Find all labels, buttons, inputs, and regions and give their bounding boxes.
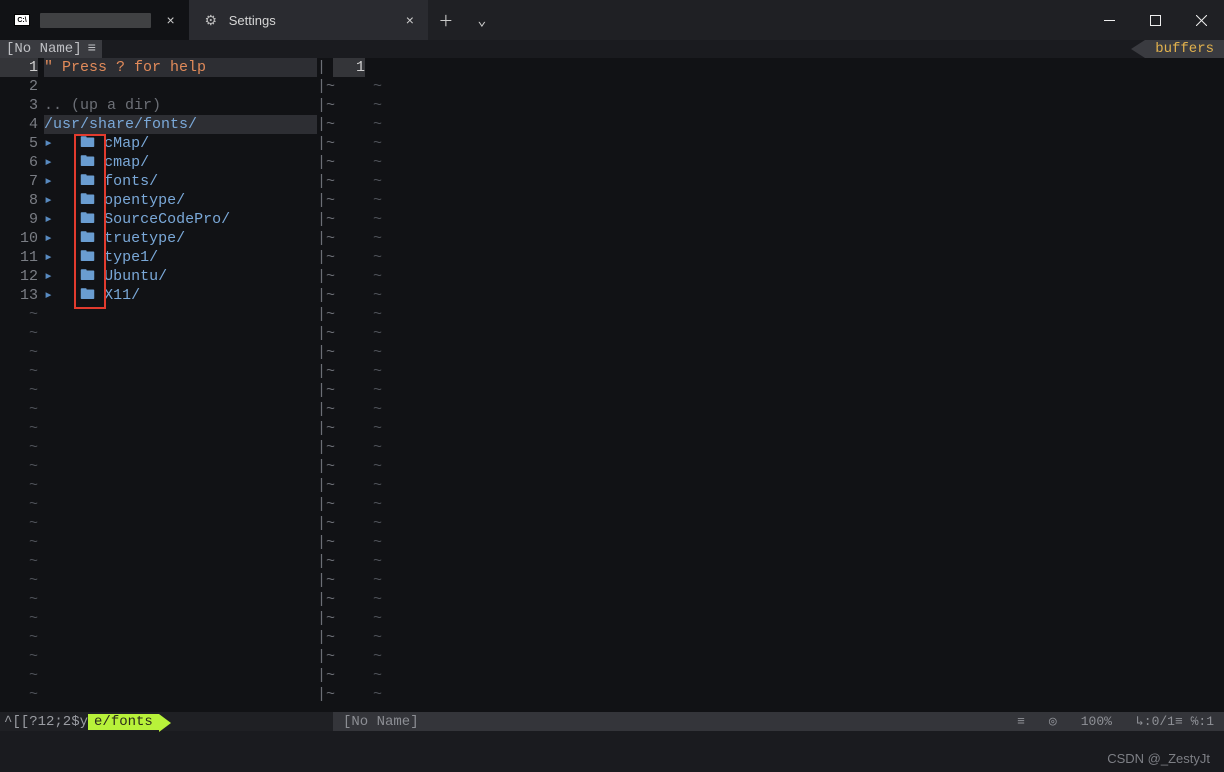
tilde: ~ [0,419,38,438]
nerdtree-pane[interactable]: 1 2 3 4 5 6 7 8 9 10 11 12 13 ~ ~ ~ ~ ~ … [0,58,317,712]
line-number: 11 [0,248,38,267]
line-number: 5 [0,134,38,153]
line-number: 4 [0,115,38,134]
tilde: ~ [0,305,38,324]
line-number: 6 [0,153,38,172]
help-line: " Press ? for help [44,58,317,77]
status-path: e/fonts [88,714,159,730]
line-number: 13 [0,286,38,305]
chevron-down-icon: ⌄ [477,11,486,30]
line-number: 9 [0,210,38,229]
tree-item[interactable]: ▸ 🖿 opentype/ [44,191,317,210]
tilde: ~ [0,438,38,457]
tab-settings[interactable]: ⚙ Settings × [189,0,428,40]
tree-item[interactable]: ▸ 🖿 truetype/ [44,229,317,248]
close-icon[interactable]: × [406,12,414,28]
split-separator: | |~|~|~|~|~|~|~|~|~|~|~|~|~|~|~|~|~|~|~… [317,58,333,712]
nerdtree-content: " Press ? for help .. (up a dir) /usr/sh… [44,58,317,712]
escape-sequence: ^[[?12;2$y [0,714,88,730]
cmd-icon: C:\ [14,12,30,28]
tilde: ~ [0,647,38,666]
tab-terminal-label: ████████████ [40,13,151,28]
tree-item[interactable]: ▸ 🖿 type1/ [44,248,317,267]
close-window-button[interactable] [1178,0,1224,40]
tilde: ~ [0,666,38,685]
line-number: 8 [0,191,38,210]
tree-item[interactable]: ▸ 🖿 fonts/ [44,172,317,191]
tree-item[interactable]: ▸ 🖿 cmap/ [44,153,317,172]
current-path[interactable]: /usr/share/fonts/ [44,115,317,134]
position-info: ↳:0/1≡ ℅:1 [1136,714,1214,729]
tree-item[interactable]: ▸ 🖿 cMap/ [44,134,317,153]
up-dir[interactable]: .. (up a dir) [44,96,317,115]
line-number: 2 [0,77,38,96]
new-tab-button[interactable]: ＋ [428,0,464,40]
line-number: 3 [0,96,38,115]
gear-icon: ⚙ [203,12,219,28]
tree-item[interactable]: ▸ 🖿 Ubuntu/ [44,267,317,286]
window-titlebar: C:\ ████████████ × ⚙ Settings × ＋ ⌄ [0,0,1224,40]
plus-icon: ＋ [438,10,453,31]
tilde: ~ [0,362,38,381]
position-percent: 100% [1081,714,1112,729]
tilde: ~ [0,685,38,704]
editor-area: 1 2 3 4 5 6 7 8 9 10 11 12 13 ~ ~ ~ ~ ~ … [0,58,1224,712]
buffer-tab-label: [No Name] [6,41,82,57]
status-filename: [No Name] [333,714,1017,730]
tilde: ~ [0,457,38,476]
buffers-indicator[interactable]: buffers [1145,40,1224,58]
list-icon: ≡ [1017,714,1025,729]
watermark: CSDN @_ZestyJt [1107,751,1210,766]
tilde: ~ [0,590,38,609]
buffers-label: buffers [1155,41,1214,57]
target-icon: ◎ [1049,714,1057,729]
tab-terminal[interactable]: C:\ ████████████ × [0,0,189,40]
close-icon[interactable]: × [167,12,175,28]
hamburger-icon: ≡ [88,41,96,57]
line-number: 1 [0,58,38,77]
tilde: ~ [0,324,38,343]
tilde: ~ [0,495,38,514]
blank-line [44,77,317,96]
line-number: 12 [0,267,38,286]
minimize-button[interactable] [1086,0,1132,40]
status-left: ^[[?12;2$y e/fonts [0,712,317,731]
tilde: ~ [0,552,38,571]
line-gutter: 1 2 3 4 5 6 7 8 9 10 11 12 13 ~ ~ ~ ~ ~ … [0,58,44,712]
status-bar: ^[[?12;2$y e/fonts [No Name] ≡ ◎ 100% ↳:… [0,712,1224,731]
maximize-button[interactable] [1132,0,1178,40]
tilde: ~ [0,609,38,628]
line-number: 7 [0,172,38,191]
buffer-pane[interactable]: 1 ~~~~~~~~~~~~~~~~~~~~~~~~~~~~~~~~~ [333,58,1224,712]
tilde: ~ [0,628,38,647]
tilde: ~ [0,400,38,419]
tilde: ~ [0,343,38,362]
tilde: ~ [0,476,38,495]
tilde: ~ [0,514,38,533]
tilde: ~ [0,571,38,590]
line-number: 10 [0,229,38,248]
buffer-strip: [No Name] ≡ buffers [0,40,1224,58]
tilde: ~ [0,381,38,400]
tilde: ~ [0,533,38,552]
tree-item[interactable]: ▸ 🖿 X11/ [44,286,317,305]
tree-item[interactable]: ▸ 🖿 SourceCodePro/ [44,210,317,229]
status-right: [No Name] ≡ ◎ 100% ↳:0/1≡ ℅:1 [333,712,1224,731]
right-gutter: 1 [333,58,373,712]
line-number: 1 [333,58,365,77]
tab-dropdown-button[interactable]: ⌄ [464,0,500,40]
buffer-content: ~~~~~~~~~~~~~~~~~~~~~~~~~~~~~~~~~ [373,58,1224,712]
tab-settings-label: Settings [229,13,276,28]
buffer-tab-noname[interactable]: [No Name] ≡ [0,40,102,58]
